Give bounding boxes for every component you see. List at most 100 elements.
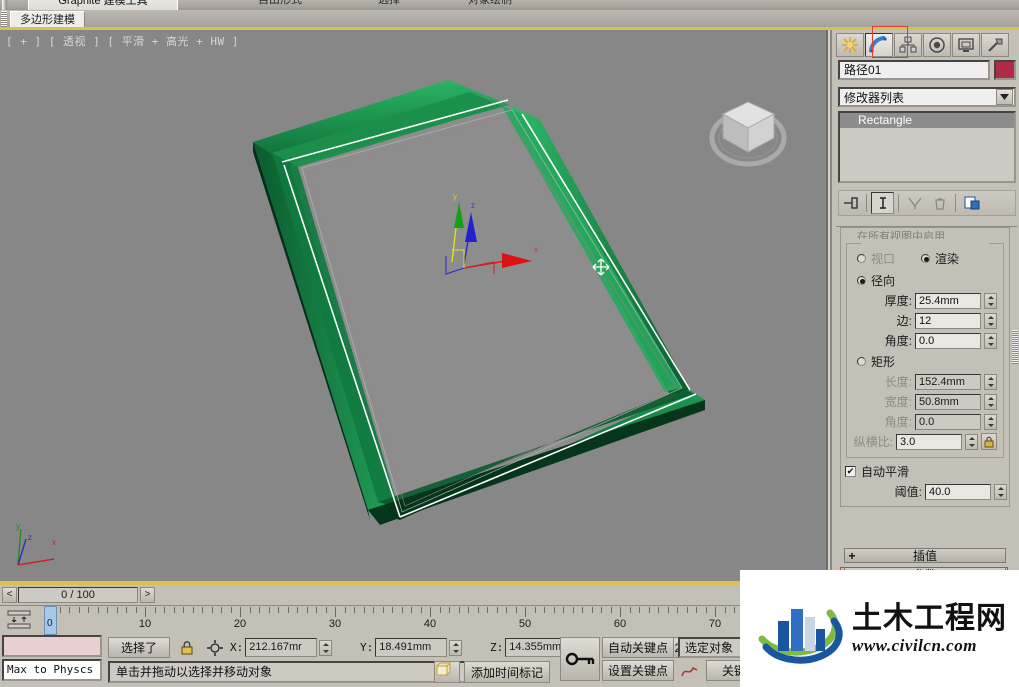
coord-x-spinner[interactable]: [319, 639, 333, 656]
width-spinner[interactable]: [984, 393, 997, 410]
auto-key-button[interactable]: 自动关键点: [602, 637, 674, 658]
coord-x-input[interactable]: 212.167mr: [245, 638, 318, 657]
thickness-label: 厚度:: [884, 294, 912, 308]
viewport-right-border: [826, 30, 828, 581]
rect-angle-spinner[interactable]: [984, 413, 997, 430]
ruler-tick: [534, 607, 536, 613]
ruler-tick: [116, 607, 118, 613]
rectangular-radio[interactable]: 矩形: [851, 353, 999, 370]
ruler-tick: [544, 607, 545, 613]
ruler-tick: [506, 607, 507, 613]
picture-frame-model[interactable]: [250, 70, 720, 540]
command-panel: 路径01 修改器列表 Rectangle 在所有视图中启用 视口 渲染 径向 厚…: [830, 26, 1019, 581]
viewport-radio[interactable]: 视口: [857, 250, 895, 267]
prev-frame-button[interactable]: <: [2, 587, 17, 603]
rollout-scroll-area[interactable]: 在所有视图中启用 视口 渲染 径向 厚度: 25.4mm 边: 12 角度: 0…: [836, 226, 1017, 578]
width-label: 宽度:: [884, 395, 912, 409]
enable-in-viewport-row[interactable]: 在所有视图中启用: [841, 228, 1009, 239]
auto-smooth-checkbox[interactable]: ✔ 自动平滑: [845, 463, 1005, 480]
absolute-mode-icon[interactable]: [202, 637, 228, 658]
object-color-swatch[interactable]: [994, 60, 1016, 80]
aspect-spinner[interactable]: [965, 433, 978, 450]
curve-editor-icon[interactable]: [678, 660, 702, 681]
lock-icon[interactable]: [981, 433, 997, 450]
next-frame-button[interactable]: >: [140, 587, 155, 603]
lock-selection-icon[interactable]: [174, 637, 200, 658]
pin-stack-button[interactable]: [839, 192, 862, 214]
object-name-field[interactable]: 路径01: [838, 60, 990, 80]
view-cube[interactable]: [706, 90, 790, 174]
set-key-button[interactable]: 设置关键点: [602, 660, 674, 681]
stack-item-rectangle[interactable]: Rectangle: [840, 113, 1014, 128]
angle-spinner[interactable]: [984, 332, 997, 349]
current-frame-label: 0: [47, 618, 53, 629]
ruler-tick: [715, 607, 716, 617]
transform-gizmo[interactable]: y z x: [424, 190, 544, 300]
ruler-tick: [259, 607, 260, 613]
sides-spinner[interactable]: [984, 312, 997, 329]
width-input[interactable]: 50.8mm: [915, 393, 981, 410]
rollout-header-interpolation[interactable]: + 插值: [844, 548, 1006, 563]
time-slider[interactable]: 0: [44, 606, 57, 635]
modify-tab[interactable]: [865, 33, 893, 57]
remove-modifier-button[interactable]: [928, 192, 951, 214]
ruler-tick: [344, 607, 346, 613]
ruler-tick: [724, 607, 726, 613]
threshold-input[interactable]: 40.0: [925, 483, 991, 500]
ribbon-grip[interactable]: [1, 11, 7, 27]
create-tab[interactable]: [836, 33, 864, 57]
ruler-tick: [268, 607, 270, 613]
modifier-stack[interactable]: Rectangle: [838, 111, 1016, 183]
show-end-result-button[interactable]: [871, 192, 894, 214]
viewport-label[interactable]: [ + ] [ 透视 ] [ 平滑 + 高光 + HW ]: [6, 33, 239, 49]
coord-y-spinner[interactable]: [449, 639, 463, 656]
time-tag-icon[interactable]: [434, 661, 460, 683]
utilities-tab[interactable]: [981, 33, 1009, 57]
render-radio[interactable]: 渲染: [921, 250, 959, 267]
ruler-tick: [154, 607, 156, 613]
max-to-physx-field[interactable]: Max to Physcs (: [2, 659, 102, 681]
ruler-tick: [496, 607, 498, 613]
panel-scroll-grip[interactable]: [1012, 330, 1018, 364]
radial-radio[interactable]: 径向: [851, 272, 999, 289]
ribbon-tab-objectpaint[interactable]: 对象绘制: [468, 0, 512, 9]
sides-input[interactable]: 12: [915, 312, 981, 329]
configure-sets-button[interactable]: [960, 192, 983, 214]
motion-tab[interactable]: [923, 33, 951, 57]
toolbar-grip[interactable]: [2, 0, 7, 10]
coord-x-label: X:: [230, 641, 244, 654]
aspect-input[interactable]: 3.0: [896, 433, 962, 450]
rect-angle-input[interactable]: 0.0: [915, 413, 981, 430]
ruler-tick: [572, 607, 574, 613]
axis-tripod: y z x: [8, 521, 68, 573]
coord-y-input[interactable]: 18.491mm: [375, 638, 448, 657]
ruler-tick: [553, 607, 555, 613]
ruler-tick-label: 30: [328, 618, 342, 630]
checkbox-icon: ✔: [845, 466, 856, 477]
chevron-down-icon[interactable]: [996, 89, 1013, 105]
length-input[interactable]: 152.4mm: [915, 373, 981, 390]
length-spinner[interactable]: [984, 373, 997, 390]
ribbon-tab-freeform[interactable]: 自由形式: [258, 0, 302, 9]
hierarchy-tab[interactable]: [894, 33, 922, 57]
add-time-tag-button[interactable]: 添加时间标记: [464, 661, 551, 683]
angle-input[interactable]: 0.0: [915, 332, 981, 349]
ribbon-tab-select[interactable]: 选择: [378, 0, 400, 9]
threshold-spinner[interactable]: [994, 483, 1007, 500]
ribbon-tab-graphite[interactable]: Graphite 建模工具: [28, 0, 178, 10]
thickness-input[interactable]: 25.4mm: [915, 292, 981, 309]
current-frame-field[interactable]: 0 / 100: [18, 587, 138, 603]
make-unique-button[interactable]: [903, 192, 926, 214]
mini-listener-field[interactable]: [2, 635, 102, 657]
ruler-tick: [78, 607, 80, 613]
thickness-spinner[interactable]: [984, 292, 997, 309]
ruler-tick: [677, 607, 678, 613]
track-view-icon[interactable]: [6, 609, 36, 631]
ruler-tick-label: 50: [518, 618, 532, 630]
render-source-group: 视口 渲染 径向 厚度: 25.4mm 边: 12 角度: 0.0 矩形 长度:…: [846, 243, 1004, 458]
tab-polygon-modeling[interactable]: 多边形建模: [10, 11, 85, 28]
modifier-list-dropdown[interactable]: 修改器列表: [838, 87, 1016, 107]
perspective-viewport[interactable]: [ + ] [ 透视 ] [ 平滑 + 高光 + HW ] y z x y z …: [0, 30, 828, 581]
display-tab[interactable]: [952, 33, 980, 57]
key-icon[interactable]: [560, 637, 600, 681]
